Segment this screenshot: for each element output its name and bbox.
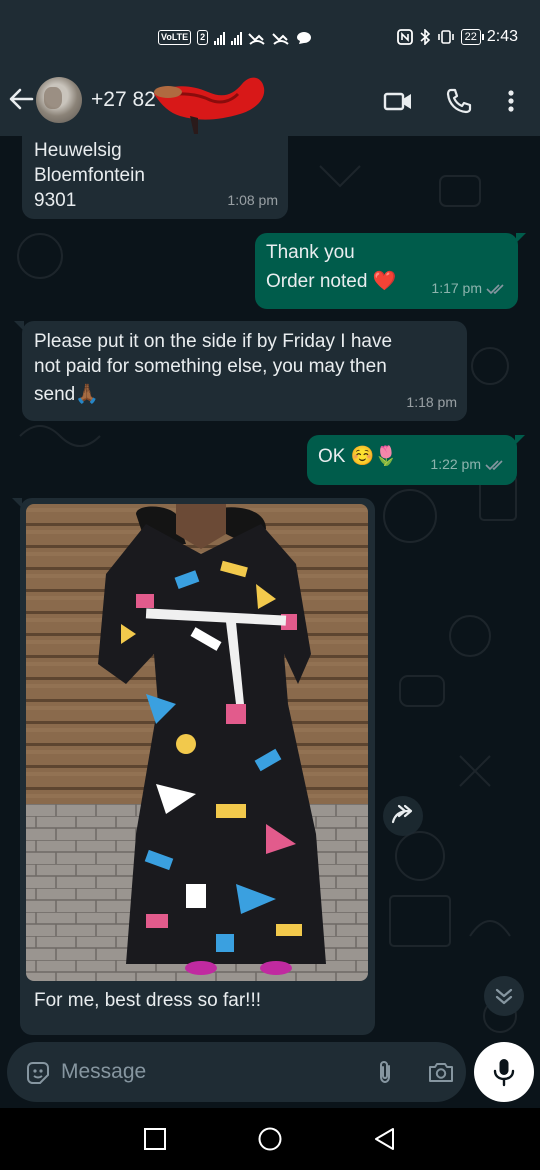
contact-avatar[interactable]: [36, 77, 82, 123]
message-list[interactable]: Heuwelsig Bloemfontein 9301 1:08 pm Than…: [0, 136, 540, 1036]
message-time: 1:22 pm: [430, 452, 507, 477]
read-ticks-icon: [486, 284, 504, 295]
sim-badge: 2: [197, 30, 209, 45]
message-line: Thank you: [266, 242, 355, 263]
missed-call-2-icon: [272, 32, 289, 45]
scroll-to-bottom-button[interactable]: [484, 976, 524, 1016]
message-input[interactable]: [61, 1058, 361, 1086]
message-line: Please put it on the side if by Friday I…: [34, 331, 393, 352]
vibrate-icon: [437, 30, 454, 44]
phone-icon[interactable]: [444, 86, 474, 116]
voice-record-button[interactable]: [474, 1042, 534, 1102]
mic-icon: [493, 1059, 515, 1087]
message-line: OK ☺️🌷: [318, 446, 399, 467]
whatsapp-chat-screen: VoLTE 2 22 2:43 +27 82 Heuwelsig Bloemfo…: [0, 0, 540, 1170]
signal-icon: [214, 31, 226, 45]
message-line: not paid for something else, you may the…: [34, 356, 387, 377]
message-bubble-incoming[interactable]: Heuwelsig Bloemfontein 9301 1:08 pm: [22, 136, 288, 219]
signal-2-icon: [231, 31, 243, 45]
forward-button[interactable]: [383, 796, 423, 836]
red-shoe-sticker: [154, 77, 265, 134]
chat-bubble-icon: [297, 31, 312, 44]
message-line: Bloemfontein: [34, 165, 145, 186]
nfc-icon: [396, 29, 413, 45]
chat-header: +27 82: [0, 60, 540, 136]
forward-icon: [391, 804, 413, 824]
status-left-icons: VoLTE 2: [158, 30, 312, 45]
double-chevron-down-icon: [495, 988, 513, 1005]
more-vert-icon[interactable]: [498, 86, 524, 116]
image-message-bubble[interactable]: For me, best dress so far!!!: [12, 498, 375, 1035]
missed-call-icon: [248, 32, 265, 45]
image-caption: For me, best dress so far!!!: [34, 990, 262, 1011]
message-field[interactable]: [7, 1042, 466, 1102]
home-icon[interactable]: [257, 1126, 283, 1152]
status-right-icons: 22 2:43: [396, 28, 518, 46]
recent-apps-icon[interactable]: [142, 1126, 168, 1152]
attach-icon[interactable]: [371, 1058, 399, 1086]
message-line: Heuwelsig: [34, 140, 122, 161]
message-line: send🙏🏾: [34, 384, 99, 405]
message-time: 1:08 pm: [227, 192, 278, 208]
read-ticks-icon: [485, 460, 503, 471]
dress-photo-image: [26, 504, 368, 981]
back-triangle-icon[interactable]: [372, 1126, 398, 1152]
message-bubble-outgoing[interactable]: Thank you Order noted ❤️ 1:17 pm: [255, 233, 526, 309]
bluetooth-icon: [420, 29, 430, 45]
message-composer: [0, 1036, 540, 1108]
video-call-icon[interactable]: [383, 86, 413, 116]
message-bubble-outgoing[interactable]: OK ☺️🌷 1:22 pm: [307, 435, 525, 485]
clock: 2:43: [486, 28, 518, 45]
system-nav-bar: [0, 1108, 540, 1170]
volte-badge: VoLTE: [158, 30, 192, 45]
message-time-text: 1:17 pm: [431, 280, 482, 296]
battery-icon: 22: [460, 29, 485, 45]
camera-icon[interactable]: [427, 1059, 455, 1085]
message-time-text: 1:22 pm: [430, 456, 481, 472]
message-time: 1:18 pm: [406, 394, 457, 410]
emoji-sticker-icon[interactable]: [25, 1060, 51, 1086]
back-arrow-icon[interactable]: [8, 86, 34, 112]
dress-photo[interactable]: [26, 504, 368, 981]
message-bubble-incoming[interactable]: Please put it on the side if by Friday I…: [14, 321, 467, 421]
message-time: 1:17 pm: [431, 276, 508, 301]
contact-name[interactable]: +27 82: [91, 88, 156, 112]
